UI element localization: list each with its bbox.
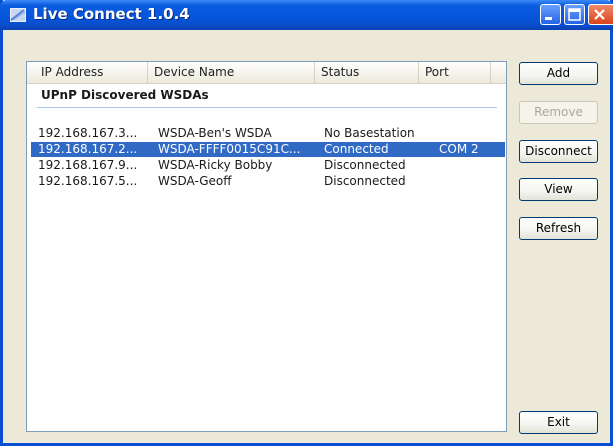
column-device-name[interactable]: Device Name <box>148 62 315 83</box>
column-ip-address[interactable]: IP Address <box>27 62 148 83</box>
remove-button[interactable]: Remove <box>519 101 598 124</box>
row-device-name: WSDA-FFFF0015C91C... <box>158 142 301 156</box>
column-status[interactable]: Status <box>315 62 419 83</box>
close-icon[interactable] <box>588 4 613 25</box>
list-header: IP Address Device Name Status Port <box>27 62 506 84</box>
refresh-button[interactable]: Refresh <box>519 217 598 240</box>
maximize-icon[interactable] <box>564 4 585 25</box>
table-row[interactable]: 192.168.167.3... WSDA-Ben's WSDA No Base… <box>31 126 505 141</box>
row-device-name: WSDA-Geoff <box>158 174 232 188</box>
row-status: Disconnected <box>324 174 406 188</box>
row-status: No Basestation <box>324 126 415 140</box>
disconnect-button[interactable]: Disconnect <box>519 140 598 163</box>
column-port[interactable]: Port <box>419 62 491 83</box>
row-port <box>439 174 499 189</box>
row-ip: 192.168.167.2... <box>38 142 138 156</box>
view-button[interactable]: View <box>519 178 598 201</box>
add-button[interactable]: Add <box>519 62 598 85</box>
row-status: Connected <box>324 142 389 156</box>
table-row[interactable]: 192.168.167.9... WSDA-Ricky Bobby Discon… <box>31 158 505 173</box>
wsda-list[interactable]: IP Address Device Name Status Port UPnP … <box>26 61 507 432</box>
group-divider <box>37 107 497 108</box>
table-row[interactable]: 192.168.167.5... WSDA-Geoff Disconnected <box>31 174 505 189</box>
row-port: COM 2 <box>439 142 479 156</box>
row-ip: 192.168.167.3... <box>38 126 138 140</box>
group-label: UPnP Discovered WSDAs <box>41 88 209 102</box>
window-title: Live Connect 1.0.4 <box>33 5 190 23</box>
row-port <box>439 158 499 173</box>
app-window: Live Connect 1.0.4 IP Address Device Nam… <box>0 0 613 446</box>
row-ip: 192.168.167.5... <box>38 174 138 188</box>
row-device-name: WSDA-Ricky Bobby <box>158 158 273 172</box>
live-connect-app-icon <box>10 7 26 22</box>
row-port <box>439 126 499 141</box>
row-status: Disconnected <box>324 158 406 172</box>
minimize-icon[interactable] <box>540 4 561 25</box>
table-row-selected[interactable]: 192.168.167.2... WSDA-FFFF0015C91C... Co… <box>31 142 505 157</box>
row-device-name: WSDA-Ben's WSDA <box>158 126 272 140</box>
row-ip: 192.168.167.9... <box>38 158 138 172</box>
exit-button[interactable]: Exit <box>519 411 598 434</box>
title-bar[interactable]: Live Connect 1.0.4 <box>0 0 613 30</box>
